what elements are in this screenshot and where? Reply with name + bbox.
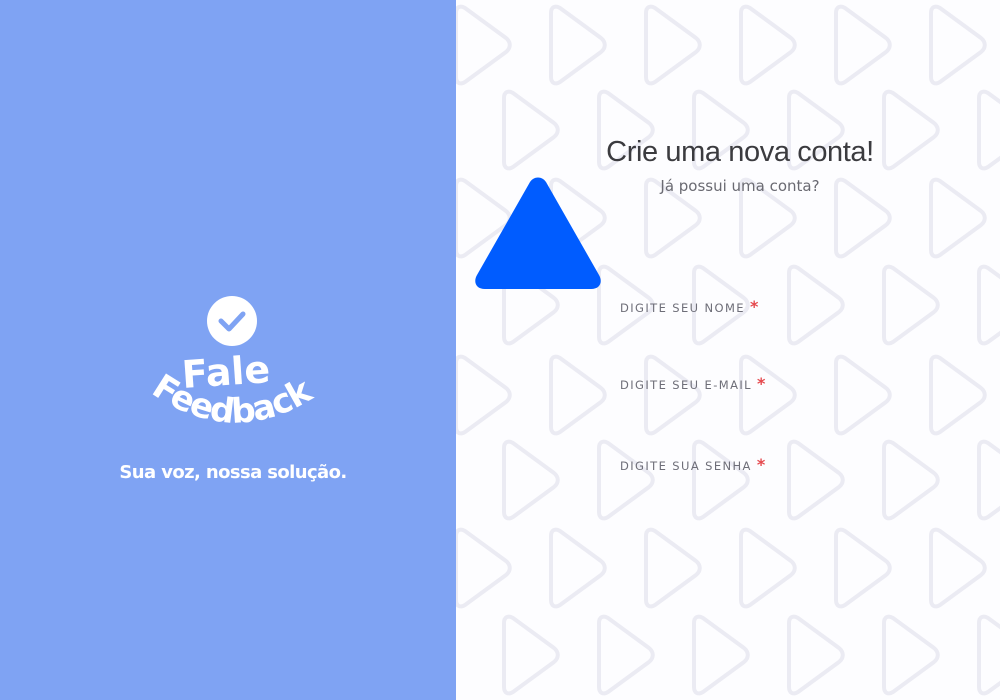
name-input[interactable] (620, 316, 924, 352)
email-field-label: DIGITE SEU E-MAIL (620, 378, 752, 392)
check-circle-icon (207, 296, 257, 346)
required-indicator: * (756, 455, 766, 474)
required-indicator: * (749, 297, 759, 316)
brand-panel: Fale Feedback Sua voz, nossa solução. (0, 0, 456, 700)
required-indicator: * (756, 374, 766, 393)
signup-form-panel: Crie uma nova conta! Já possui uma conta… (456, 0, 1000, 700)
name-field-label: DIGITE SEU NOME (620, 301, 745, 315)
name-field: DIGITE SEU NOME * (620, 297, 924, 352)
brand-tagline: Sua voz, nossa solução. (119, 462, 347, 483)
email-input[interactable] (620, 393, 924, 429)
password-input[interactable] (620, 474, 924, 510)
email-field: DIGITE SEU E-MAIL * (620, 374, 924, 429)
signup-page: Fale Feedback Sua voz, nossa solução. Cr… (0, 0, 1000, 700)
login-link[interactable]: Já possui uma conta? (590, 177, 890, 195)
fale-feedback-logo: Fale Feedback (145, 296, 321, 432)
password-field-label: DIGITE SUA SENHA (620, 459, 752, 473)
page-title: Crie uma nova conta! (606, 136, 874, 168)
triangle-icon (475, 177, 601, 289)
password-field: DIGITE SUA SENHA * (620, 455, 924, 510)
